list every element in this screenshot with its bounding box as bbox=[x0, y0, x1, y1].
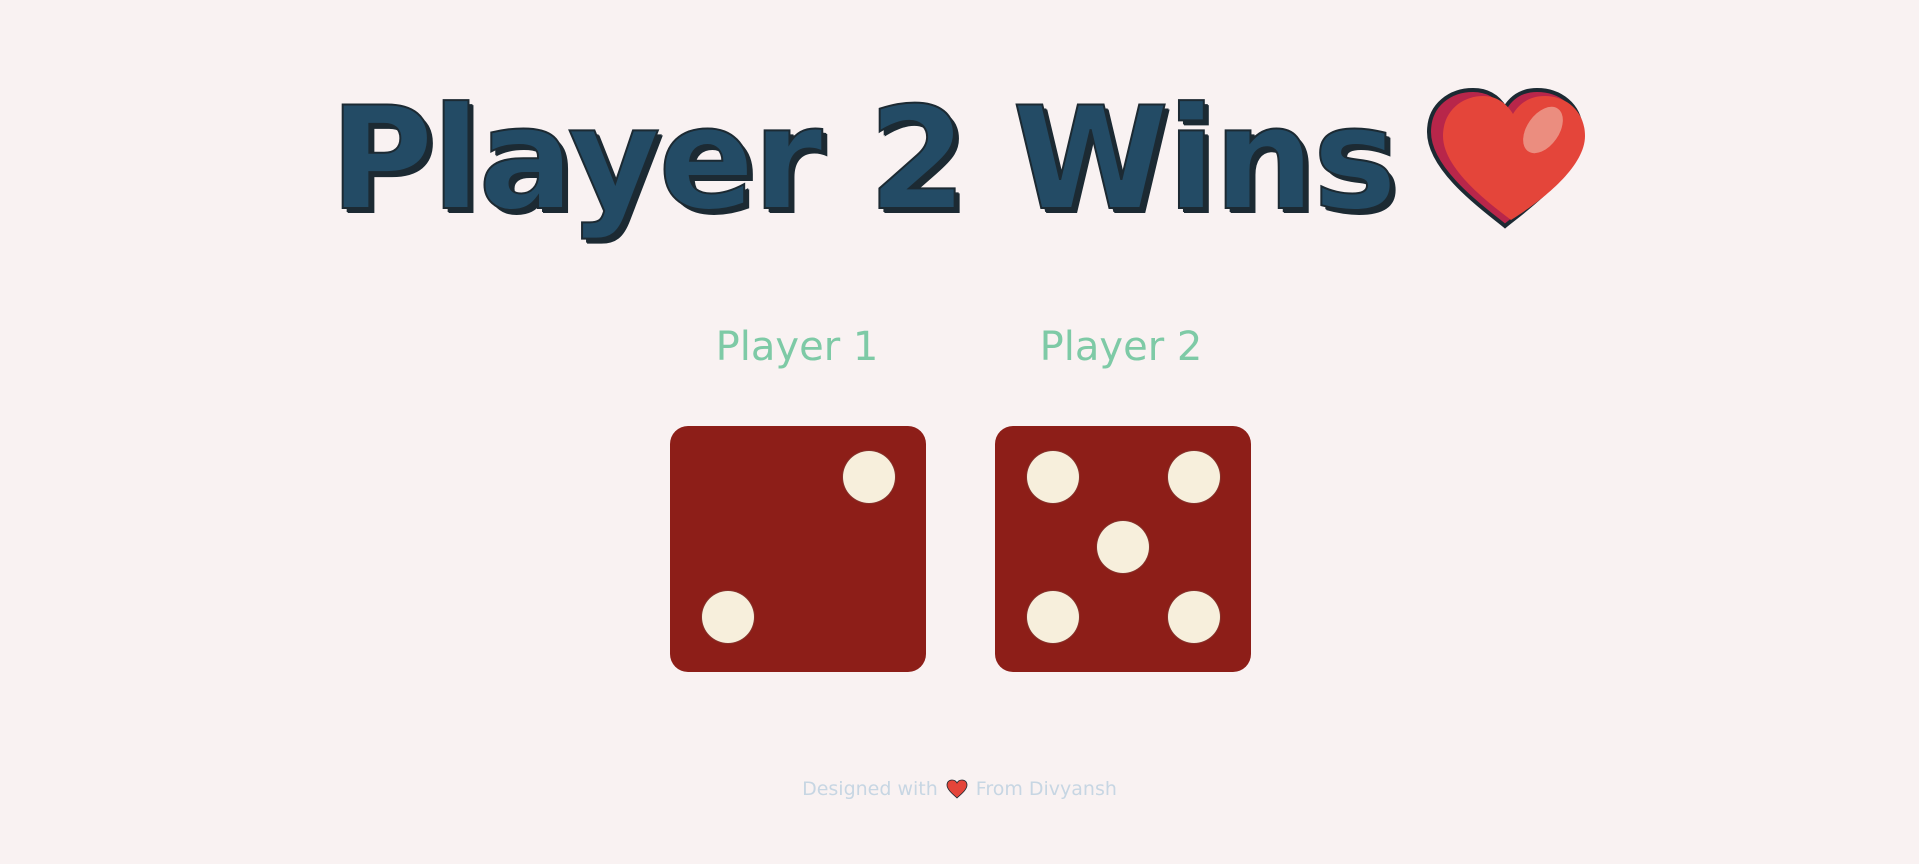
result-title: Player 2 Wins bbox=[329, 77, 1399, 242]
die-pip bbox=[1168, 591, 1220, 643]
player-2-die bbox=[995, 426, 1251, 672]
footer-credit: Designed with From Divyansh bbox=[0, 778, 1919, 800]
result-heading: Player 2 Wins bbox=[0, 70, 1919, 250]
die-pip bbox=[843, 451, 895, 503]
player-2-label: Player 2 bbox=[1039, 324, 1203, 370]
die-pip bbox=[702, 591, 754, 643]
game-screen: Player 2 Wins Player 1 Player 2 Designed… bbox=[0, 0, 1919, 864]
footer-suffix: From Divyansh bbox=[975, 778, 1117, 800]
die-pip bbox=[1027, 591, 1079, 643]
footer-prefix: Designed with bbox=[802, 778, 938, 800]
die-pip bbox=[1168, 451, 1220, 503]
heart-icon bbox=[1427, 87, 1586, 229]
die-pip bbox=[1097, 521, 1149, 573]
heart-icon bbox=[946, 779, 968, 799]
player-1-label: Player 1 bbox=[715, 324, 879, 370]
player-1-die bbox=[670, 426, 926, 672]
die-pip bbox=[1027, 451, 1079, 503]
